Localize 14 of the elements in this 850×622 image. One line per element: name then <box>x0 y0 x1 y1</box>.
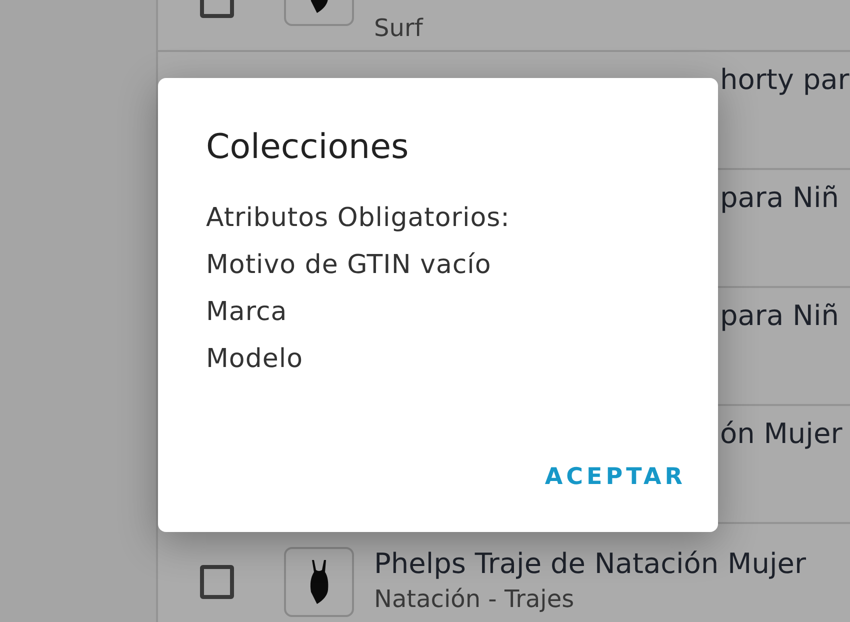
checkbox[interactable] <box>200 565 234 599</box>
product-title: para Niñ <box>720 180 839 216</box>
product-category: Surf <box>374 13 423 44</box>
dialog-text-line: Motivo de GTIN vacío <box>206 249 492 282</box>
dialog-text-line: Marca <box>206 296 288 329</box>
product-title: Phelps Traje de Natación Mujer <box>374 547 806 581</box>
dialog-title: Colecciones <box>206 126 410 169</box>
accept-button[interactable]: ACEPTAR <box>544 456 686 498</box>
product-category: Natación - Trajes <box>374 584 576 615</box>
product-title: para Niñ <box>720 298 839 334</box>
dialog-text-line: Modelo <box>206 343 304 376</box>
product-title: horty par <box>720 62 850 98</box>
product-title: ón Mujer <box>720 416 842 452</box>
dialog-text-line: Atributos Obligatorios: <box>206 202 511 235</box>
